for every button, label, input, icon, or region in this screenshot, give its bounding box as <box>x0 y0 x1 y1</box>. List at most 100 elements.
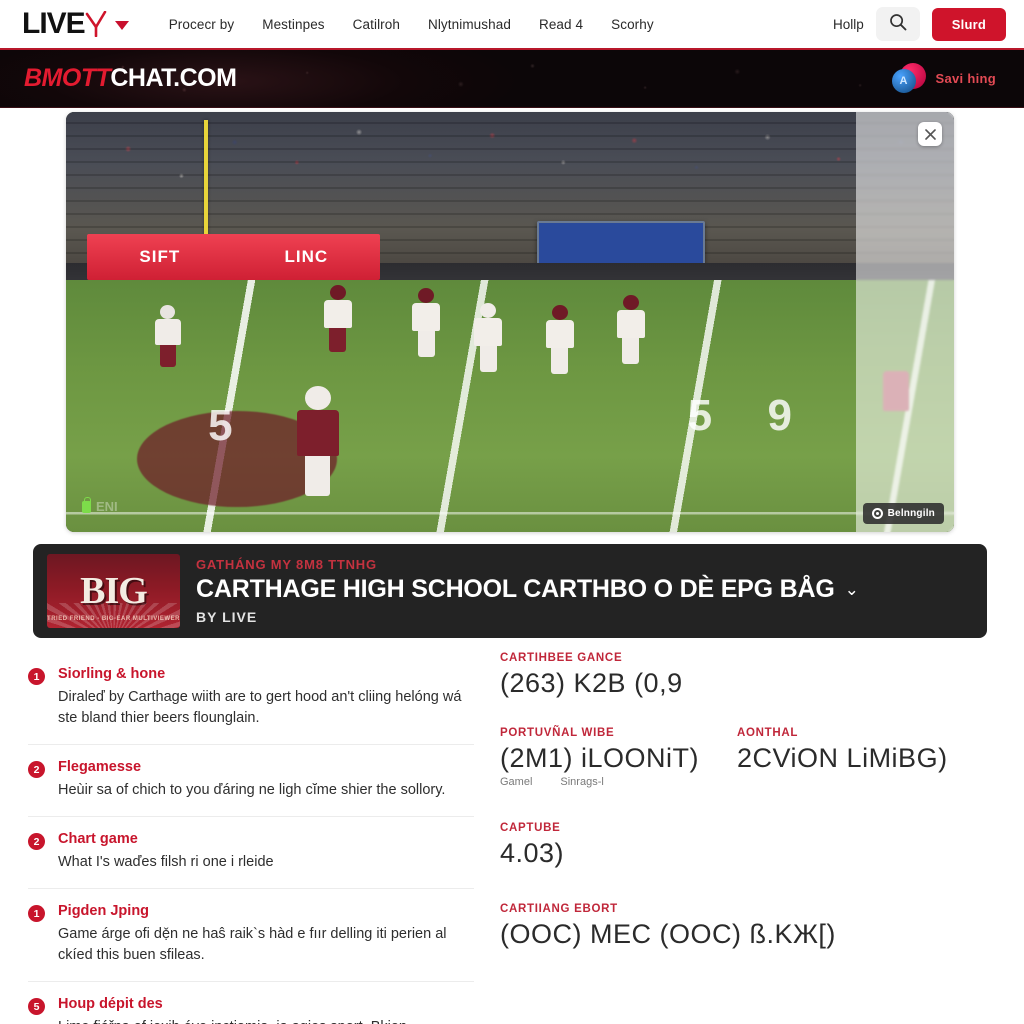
list-item-title: Flegamesse <box>58 759 142 776</box>
adboard-right-text: LINC <box>284 246 329 266</box>
banner-logo-white: CHAT.COM <box>110 64 237 92</box>
field-number-1: 5 <box>687 390 713 440</box>
page-body: SIFT LINC 5 5 9 ENI Belnngiln BIG TRIED … <box>0 108 1024 1024</box>
list-item-title: Chart game <box>58 831 138 848</box>
player-figure-2 <box>412 287 441 357</box>
video-secure-indicator: ENI <box>82 496 118 514</box>
football-field: 5 5 9 <box>66 280 954 532</box>
stream-title-label: CARTHAGE HIGH SCHOOL CARTHBO O DÈ EPG BÅ… <box>196 575 835 603</box>
stat-label: PORTUVÑAL WIBE <box>500 727 615 739</box>
nav-link-1[interactable]: Mestinpes <box>262 17 324 32</box>
stream-byline: BY LIVE <box>196 609 258 625</box>
stat-label: CARTIHBEE GANCE <box>500 652 623 664</box>
adboard-left-text: SIFT <box>139 246 181 266</box>
banner-cta-link[interactable]: Savi hing <box>936 71 997 86</box>
stat-label: CARTIIANG EBORT <box>500 903 618 915</box>
video-brand-badge[interactable]: Belnngiln <box>862 503 944 524</box>
banner-actions: A Savi hing <box>891 62 997 96</box>
nav-link-3[interactable]: Nlytnimushad <box>428 17 511 32</box>
stat-portugal: PORTUVÑAL WIBE (2M1) iLOONiT) Gamel Sinr… <box>500 727 699 788</box>
primary-nav-links: Procecr by Mestinpes Catilroh Nlytnimush… <box>169 17 654 32</box>
stream-thumbnail[interactable]: BIG TRIED FRIEND - BIG-EAR MULTIVIEWER <box>47 554 180 628</box>
banner-badge-icon: A <box>891 62 926 96</box>
feature-list: 1 Siorling & hone Diraleď by Carthage wi… <box>0 652 492 1024</box>
stat-effort: CARTIIANG EBORT (OOC) MEC (OOC) ß.KЖ[) <box>500 903 992 950</box>
video-brand-label: Belnngiln <box>887 508 935 519</box>
stat-value: (263) K2B (0,9 <box>500 668 683 698</box>
player-figure-1 <box>323 285 352 353</box>
stream-title-card: BIG TRIED FRIEND - BIG-EAR MULTIVIEWER G… <box>33 544 987 638</box>
stat-caption-b: Sinrags-l <box>560 776 604 788</box>
nav-actions: Hollp Slurd <box>833 7 1006 41</box>
close-icon[interactable] <box>918 122 942 146</box>
thumbnail-wordmark: BIG <box>80 570 148 612</box>
stats-panel: CARTIHBEE GANCE (263) K2B (0,9 PORTUVÑAL… <box>492 652 992 1024</box>
video-player[interactable]: SIFT LINC 5 5 9 ENI Belnngiln <box>66 112 954 532</box>
stat-row: PORTUVÑAL WIBE (2M1) iLOONiT) Gamel Sinr… <box>500 727 992 788</box>
stat-value: 4.03) <box>500 838 565 868</box>
signup-button[interactable]: Slurd <box>931 7 1006 41</box>
promo-banner: BMOTT CHAT.COM A Savi hing <box>0 50 1024 108</box>
list-item-number: 1 <box>28 905 45 923</box>
search-icon <box>889 13 907 36</box>
banner-logo-red: BMOTT <box>24 64 111 92</box>
stream-eyebrow: GATHÁNG MY 8M8 TTNHG <box>196 557 377 572</box>
stat-capture: CAPTUBE 4.03) <box>500 822 992 869</box>
site-logo[interactable]: LIVE <box>22 9 129 39</box>
banner-logo[interactable]: BMOTT CHAT.COM <box>24 64 237 93</box>
caret-down-icon[interactable] <box>114 21 129 30</box>
player-figure-6 <box>296 385 339 496</box>
list-item-description: Game árge ofi dẹ̌n ne haŝ raik`s hàd e f… <box>58 926 447 964</box>
stat-value: (2M1) iLOONiT) <box>500 743 700 773</box>
list-item-number: 2 <box>28 833 45 851</box>
field-ad-board: SIFT LINC <box>87 233 381 280</box>
chevron-down-icon[interactable]: ⌄ <box>845 580 859 600</box>
nav-link-4[interactable]: Read 4 <box>539 17 583 32</box>
search-button[interactable] <box>875 7 920 41</box>
top-navigation-bar: LIVE Procecr by Mestinpes Catilroh Nlytn… <box>0 0 1024 50</box>
logo-wordmark: LIVE <box>22 7 86 40</box>
list-item[interactable]: 1 Pigden Jping Game árge ofi dẹ̌n ne haŝ… <box>28 889 474 983</box>
list-item-title: Pigden Jping <box>58 903 150 920</box>
stream-title-text: GATHÁNG MY 8M8 TTNHG CARTHAGE HIGH SCHOO… <box>196 557 859 625</box>
player-figure-5 <box>616 295 645 365</box>
stat-aonthal: AONTHAL 2CViON LiMiBG) <box>737 727 948 788</box>
list-item-number: 1 <box>28 668 45 685</box>
list-item-number: 2 <box>28 761 45 779</box>
list-item-description: Heùir sa of chich to you ďáring ne ligh … <box>58 782 446 799</box>
field-number-0: 5 <box>208 400 233 450</box>
player-figure-0 <box>154 305 181 368</box>
nav-link-5[interactable]: Scorhy <box>611 17 654 32</box>
nav-link-0[interactable]: Procecr by <box>169 17 235 32</box>
record-circle-icon <box>871 508 883 519</box>
stat-value: (OOC) MEC (OOC) ß.KЖ[) <box>500 919 836 949</box>
stat-label: CAPTUBE <box>500 822 561 834</box>
check-y-icon <box>85 11 107 37</box>
stat-value: 2CViON LiMiBG) <box>737 743 948 773</box>
list-item-description: Lime fiářna of iexih éye inctiomia, ia a… <box>58 1017 407 1024</box>
list-item[interactable]: 5 Houp dépit des Lime fiářna of iexih éy… <box>28 982 474 1024</box>
list-item[interactable]: 2 Flegamesse Heùir sa of chich to you ďá… <box>28 745 474 818</box>
stat-caption-a: Gamel <box>500 776 533 788</box>
lock-icon <box>82 496 91 513</box>
list-item-title: Siorling & hone <box>58 666 166 682</box>
nav-link-2[interactable]: Catilroh <box>353 17 400 32</box>
player-figure-3 <box>474 302 503 372</box>
thumbnail-subtext: TRIED FRIEND - BIG-EAR MULTIVIEWER <box>47 616 180 622</box>
list-item-number: 5 <box>28 998 45 1016</box>
badge-blue-circle: A <box>891 68 916 93</box>
field-number-2: 9 <box>767 390 792 440</box>
list-item-description: What I's waďes filsh ri one i rleide <box>58 854 274 871</box>
stat-primary: CARTIHBEE GANCE (263) K2B (0,9 <box>500 652 992 699</box>
player-figure-4 <box>545 305 574 375</box>
list-item-description: Diraleď by Carthage wiith are to gert ho… <box>58 689 462 727</box>
video-ad-overlay[interactable] <box>856 112 954 532</box>
content-columns: 1 Siorling & hone Diraleď by Carthage wi… <box>0 652 1024 1024</box>
stat-label: AONTHAL <box>737 727 799 739</box>
page-title: CARTHAGE HIGH SCHOOL CARTHBO O DÈ EPG BÅ… <box>196 575 859 604</box>
help-link[interactable]: Hollp <box>833 17 864 32</box>
list-item[interactable]: 2 Chart game What I's waďes filsh ri one… <box>28 817 474 890</box>
video-secure-label: ENI <box>96 499 118 514</box>
list-item[interactable]: 1 Siorling & hone Diraleď by Carthage wi… <box>28 652 474 746</box>
list-item-title: Houp dépit des <box>58 996 163 1013</box>
